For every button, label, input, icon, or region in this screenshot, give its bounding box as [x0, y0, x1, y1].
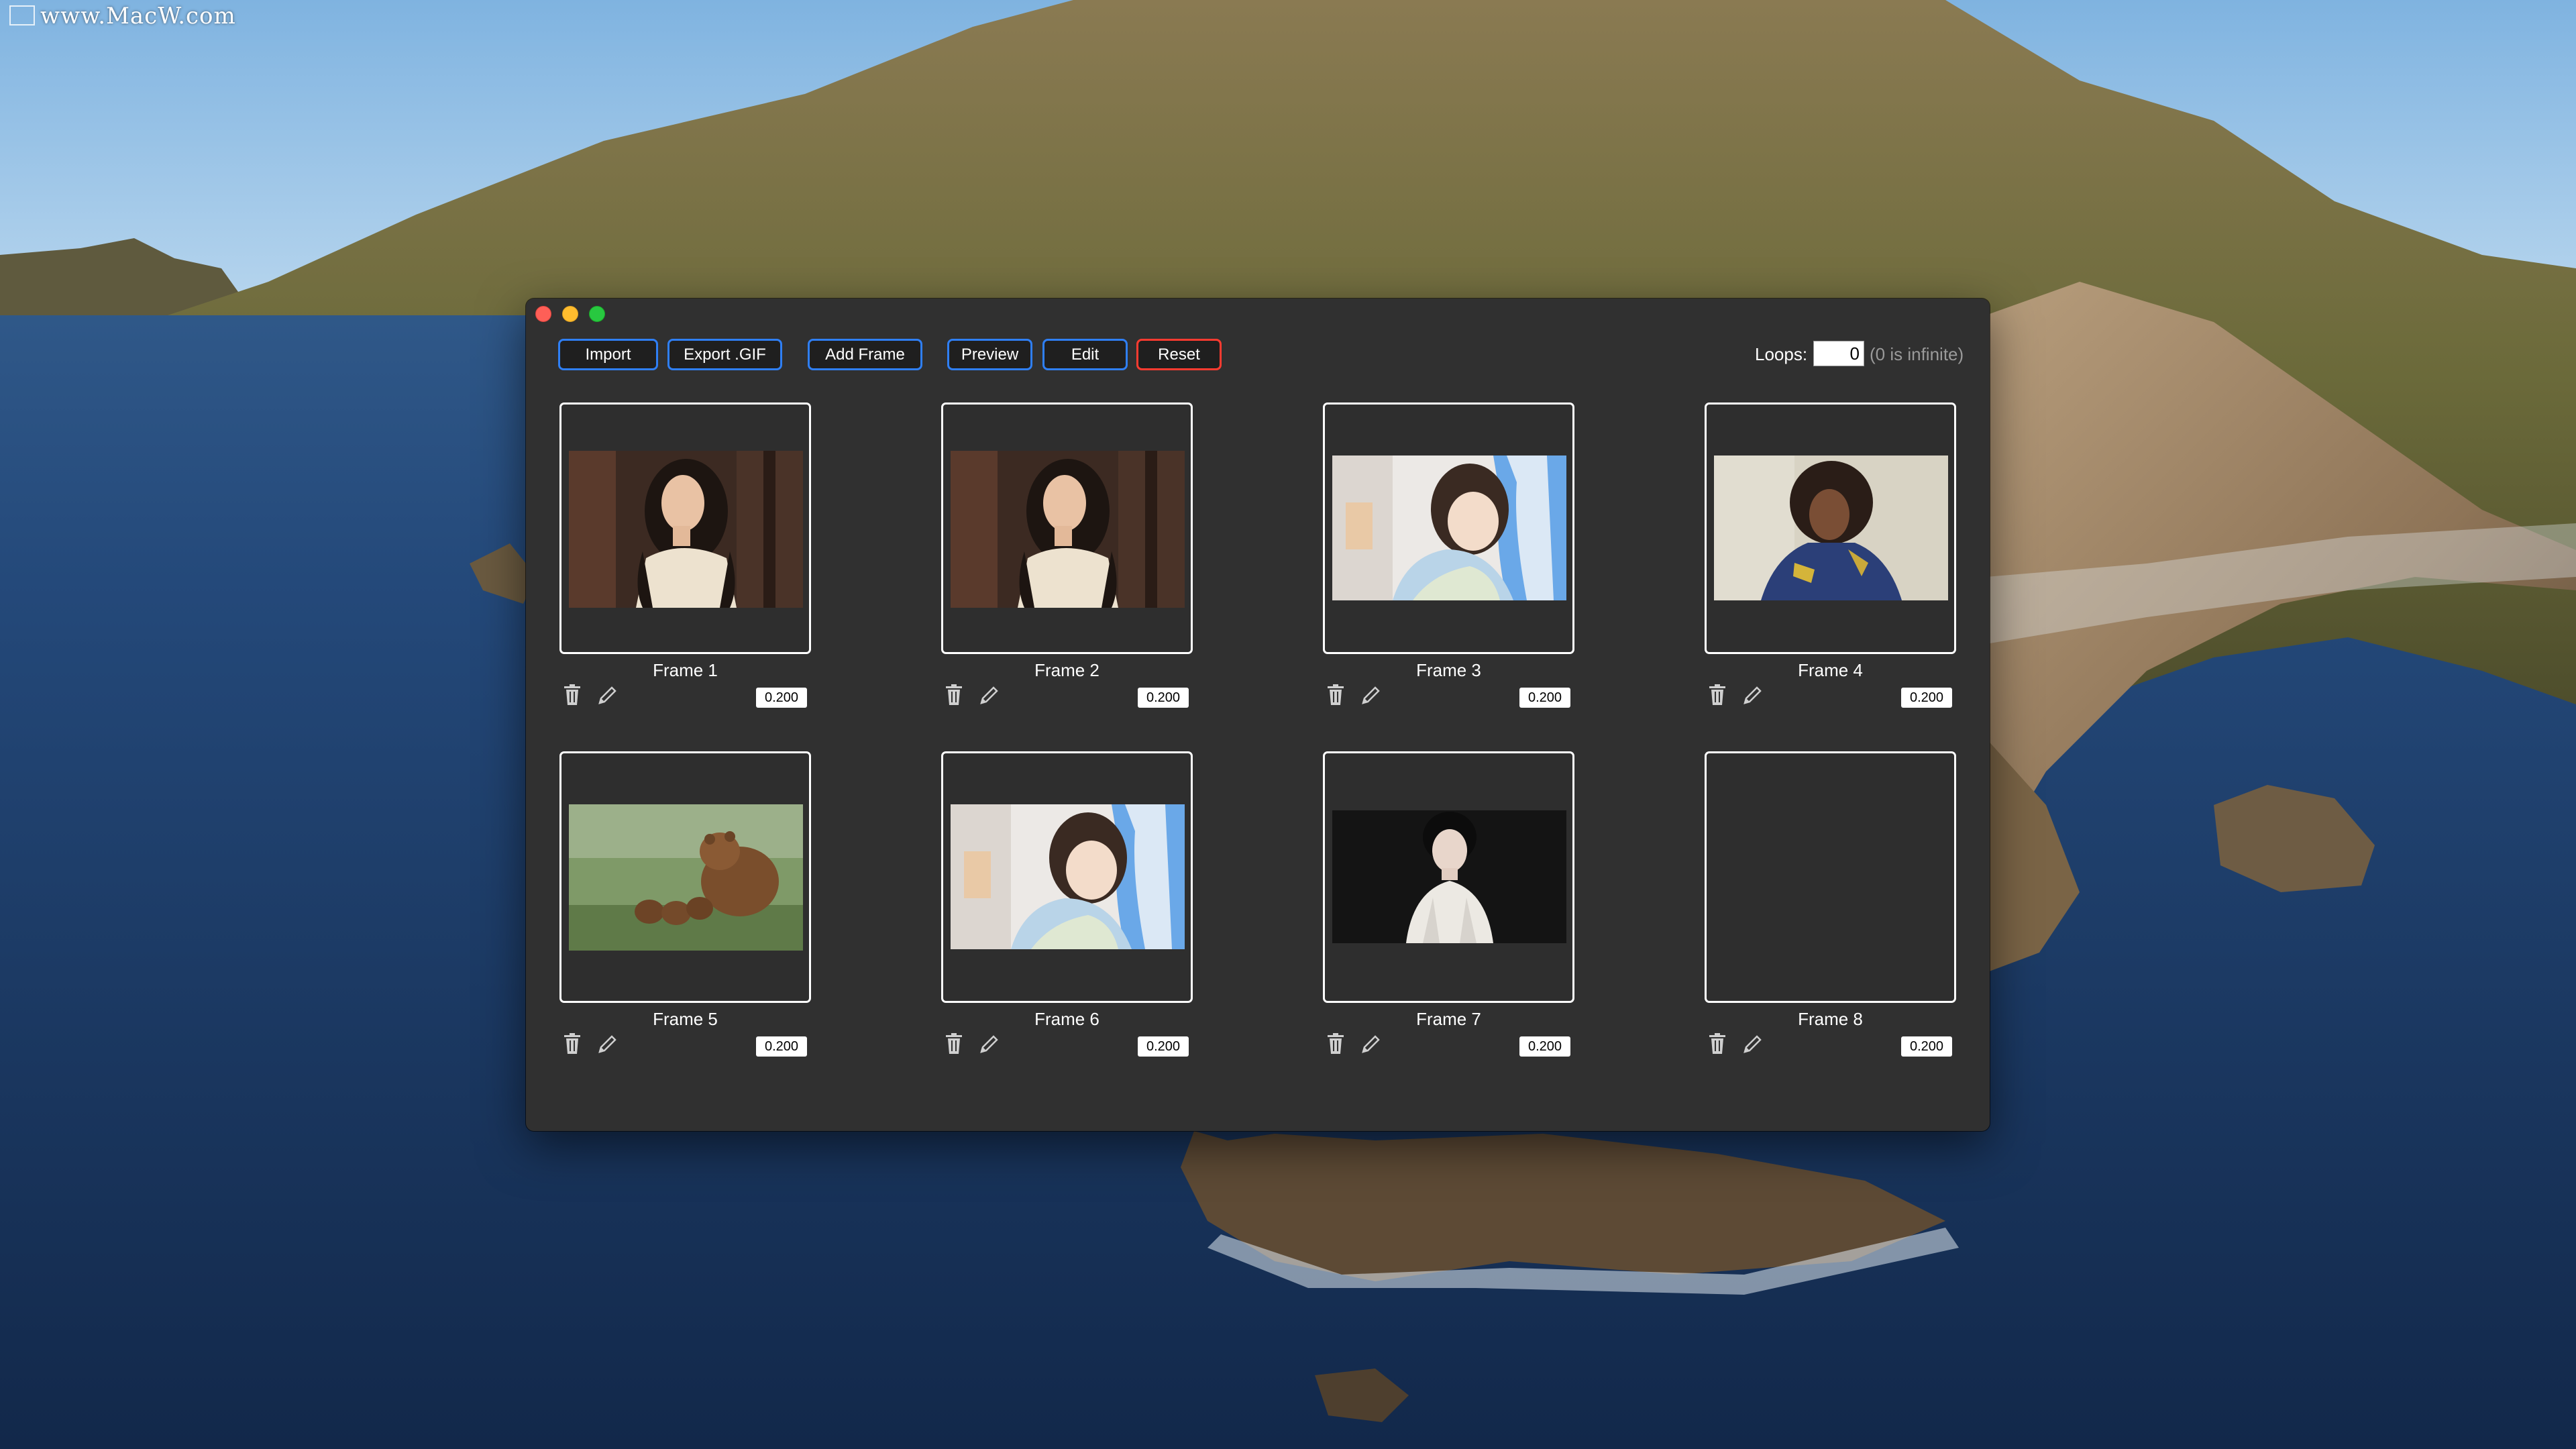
gif-maker-window: Import Export .GIF Add Frame Preview Edi… — [526, 299, 1990, 1131]
frame-cell: Frame 6 0.200 — [941, 751, 1196, 1073]
frame-delay-field[interactable]: 0.200 — [756, 688, 807, 708]
frame-delay-field[interactable]: 0.200 — [1138, 688, 1189, 708]
edit-button[interactable]: Edit — [1042, 339, 1128, 370]
frame-name: Frame 7 — [1416, 1009, 1481, 1029]
frame-delay-field[interactable]: 0.200 — [756, 1036, 807, 1057]
reset-button[interactable]: Reset — [1136, 339, 1222, 370]
frame-thumbnail-box[interactable] — [559, 751, 811, 1003]
trash-icon[interactable] — [1709, 684, 1726, 706]
frame-delay-field[interactable]: 0.200 — [1519, 1036, 1570, 1057]
frame-name: Frame 5 — [653, 1009, 718, 1029]
trash-icon[interactable] — [564, 1033, 581, 1055]
frame-name: Frame 1 — [653, 660, 718, 680]
frame-cell: Frame 8 0.200 — [1705, 751, 1960, 1073]
pencil-icon[interactable] — [1360, 684, 1382, 706]
pencil-icon[interactable] — [979, 684, 1000, 706]
frame-thumbnail-box[interactable] — [1705, 751, 1956, 1003]
import-button[interactable]: Import — [558, 339, 658, 370]
frame-cell: Frame 2 0.200 — [941, 402, 1196, 724]
frame-cell: Frame 1 0.200 — [559, 402, 814, 724]
preview-button[interactable]: Preview — [947, 339, 1032, 370]
pencil-icon[interactable] — [1360, 1033, 1382, 1055]
pencil-icon[interactable] — [597, 684, 619, 706]
trash-icon[interactable] — [1709, 1033, 1726, 1055]
trash-icon[interactable] — [1327, 1033, 1344, 1055]
frame-thumbnail-box[interactable] — [1323, 751, 1574, 1003]
frame-image — [1714, 455, 1948, 600]
frame-name: Frame 4 — [1798, 660, 1863, 680]
pencil-icon[interactable] — [1742, 1033, 1764, 1055]
frame-cell: Frame 5 0.200 — [559, 751, 814, 1073]
frame-name: Frame 6 — [1034, 1009, 1099, 1029]
add-frame-button[interactable]: Add Frame — [808, 339, 922, 370]
frame-image — [1332, 455, 1566, 600]
window-minimize-button[interactable] — [562, 306, 578, 322]
frame-cell: Frame 4 0.200 — [1705, 402, 1960, 724]
trash-icon[interactable] — [945, 1033, 963, 1055]
trash-icon[interactable] — [564, 684, 581, 706]
frame-thumbnail-box[interactable] — [559, 402, 811, 654]
trash-icon[interactable] — [1327, 684, 1344, 706]
loops-hint: (0 is infinite) — [1870, 344, 1964, 364]
trash-icon[interactable] — [945, 684, 963, 706]
frame-delay-field[interactable]: 0.200 — [1519, 688, 1570, 708]
frame-delay-field[interactable]: 0.200 — [1901, 688, 1952, 708]
frame-thumbnail-box[interactable] — [1705, 402, 1956, 654]
export-gif-button[interactable]: Export .GIF — [667, 339, 782, 370]
frame-name: Frame 2 — [1034, 660, 1099, 680]
frame-image — [951, 451, 1185, 608]
loops-input[interactable] — [1813, 341, 1864, 366]
frame-image — [1332, 810, 1566, 943]
frame-image — [951, 804, 1185, 949]
frame-thumbnail-box[interactable] — [1323, 402, 1574, 654]
watermark-text: www.MacW.com — [9, 3, 236, 30]
pencil-icon[interactable] — [1742, 684, 1764, 706]
pencil-icon[interactable] — [979, 1033, 1000, 1055]
watermark-logo-icon — [9, 5, 35, 25]
frame-delay-field[interactable]: 0.200 — [1138, 1036, 1189, 1057]
frame-name: Frame 3 — [1416, 660, 1481, 680]
pencil-icon[interactable] — [597, 1033, 619, 1055]
window-zoom-button[interactable] — [589, 306, 605, 322]
watermark-label: www.MacW.com — [40, 3, 236, 30]
frame-name: Frame 8 — [1798, 1009, 1863, 1029]
frame-cell: Frame 7 0.200 — [1323, 751, 1578, 1073]
frame-image — [569, 451, 803, 608]
frame-cell: Frame 3 0.200 — [1323, 402, 1578, 724]
window-close-button[interactable] — [535, 306, 551, 322]
frame-thumbnail-box[interactable] — [941, 402, 1193, 654]
frame-delay-field[interactable]: 0.200 — [1901, 1036, 1952, 1057]
frame-thumbnail-box[interactable] — [941, 751, 1193, 1003]
loops-label: Loops: — [1755, 344, 1808, 364]
frame-image — [569, 804, 803, 951]
